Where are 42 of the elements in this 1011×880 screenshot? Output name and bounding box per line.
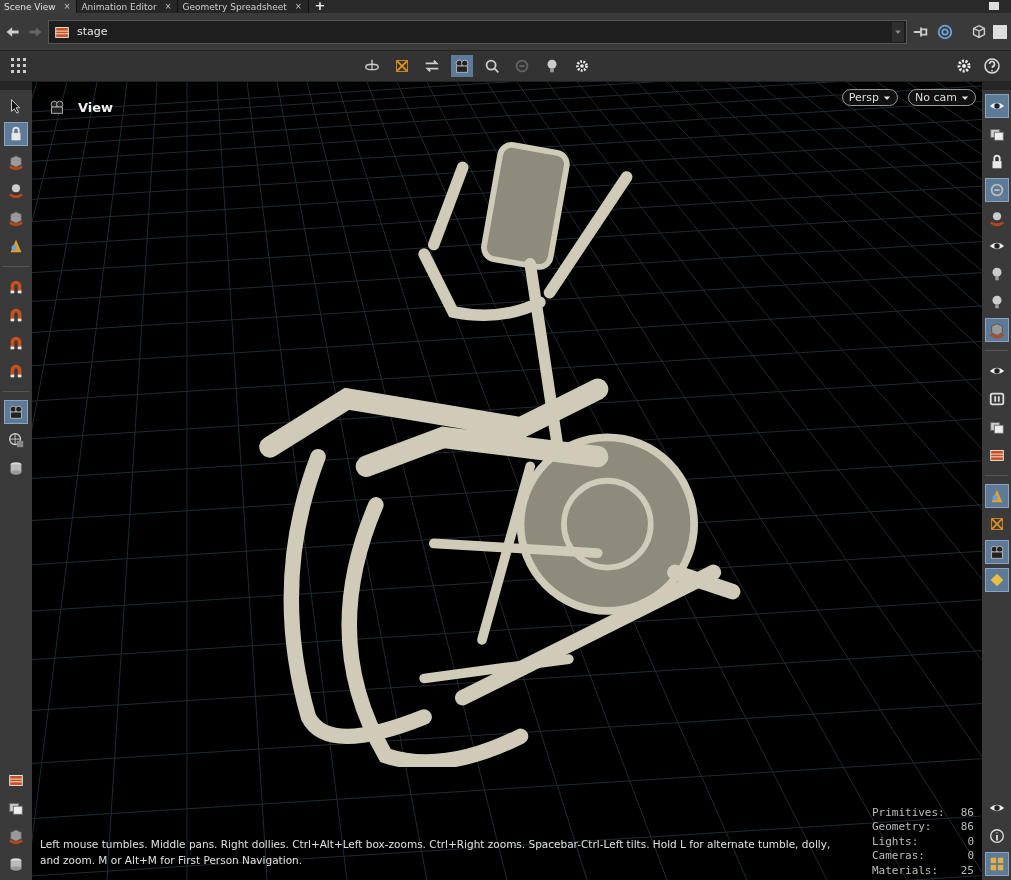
close-button[interactable]: × — [164, 2, 172, 11]
camera-icon[interactable] — [4, 400, 28, 424]
stat-label: Primitives: — [871, 805, 945, 820]
stat-label: Geometry: — [871, 820, 933, 835]
eye-icon[interactable] — [984, 94, 1009, 118]
stat-label: Materials: — [871, 863, 940, 878]
tab[interactable]: Animation Editor × — [77, 0, 179, 13]
close-button[interactable]: × — [63, 2, 71, 11]
shapes-icon[interactable] — [984, 484, 1009, 508]
tab[interactable]: Scene View × — [0, 0, 78, 13]
stat-value: 0 — [966, 834, 974, 849]
add-tab-button[interactable]: + — [308, 0, 332, 13]
help-icon[interactable] — [981, 55, 1003, 77]
caret-icon — [883, 93, 892, 102]
panel-button[interactable] — [993, 24, 1007, 39]
stat-value: 86 — [960, 805, 974, 820]
collapse-handle[interactable] — [0, 82, 32, 90]
viewport-title: View — [78, 99, 114, 115]
dropdown-button[interactable] — [892, 21, 904, 42]
camera-icon[interactable] — [984, 540, 1009, 564]
stat-value: 0 — [966, 849, 974, 864]
stat-value: 86 — [960, 820, 974, 835]
cube-icon[interactable] — [984, 318, 1009, 342]
camera-menu-button[interactable]: Persp — [841, 89, 899, 106]
camera-icon — [48, 98, 66, 116]
viewport[interactable] — [32, 82, 982, 880]
camera-icon[interactable] — [450, 55, 473, 77]
camera-menu-button[interactable]: No cam — [908, 89, 976, 106]
stat-label: Lights: — [871, 834, 920, 849]
caret-icon — [894, 27, 902, 36]
tab-label: Geometry Spreadsheet — [182, 1, 287, 12]
tab[interactable]: Geometry Spreadsheet × — [178, 0, 309, 13]
caret-icon — [961, 93, 969, 102]
collapse-handle[interactable] — [982, 82, 1011, 90]
tab-label: Scene View — [4, 1, 56, 12]
stat-label: Cameras: — [871, 849, 926, 864]
stat-value: 25 — [960, 863, 974, 878]
close-button[interactable]: × — [294, 2, 302, 11]
navigation-hint: Left mouse tumbles. Middle pans. Right dollies. Ctrl+Alt+Left box-zooms. Ctrl+Right zooms. Spacebar-Ctrl-Left tilts. Hold L for alternate tumble, dolly, and zoom. M or Alt+M for First Person Navigation. — [40, 837, 832, 868]
path-field[interactable]: stage — [48, 19, 907, 44]
tab-label: Animation Editor — [81, 1, 157, 12]
grid-icon[interactable] — [984, 852, 1009, 876]
